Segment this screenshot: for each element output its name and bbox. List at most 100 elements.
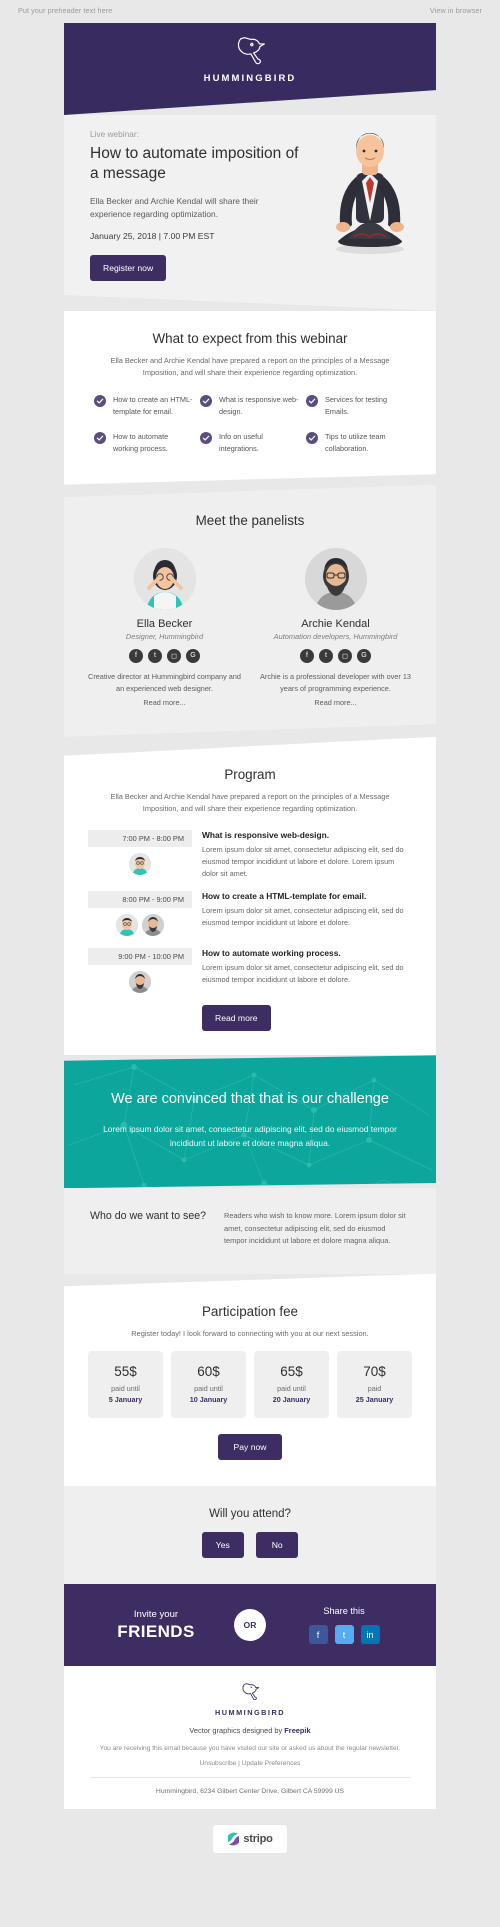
facebook-icon[interactable]: f	[308, 1625, 328, 1645]
challenge-heading: We are convinced that that is our challe…	[111, 1091, 389, 1108]
share-icon-list: f t in	[274, 1625, 414, 1645]
checklist-label: How to create an HTML-template for email…	[113, 395, 193, 417]
pay-now-wrap: Pay now	[88, 1434, 412, 1461]
check-circle-icon	[200, 432, 212, 444]
fee-label: paid until	[277, 1384, 306, 1394]
invite-share-section: Invite your FRIENDS OR Share this f t in	[64, 1584, 436, 1667]
hero-description: Ella Becker and Archie Kendal will share…	[90, 195, 259, 219]
attend-no-button[interactable]: No	[256, 1532, 299, 1559]
freepik-link[interactable]: Freepik	[284, 1726, 310, 1735]
checklist-column: Services for testing Emails. Tips to uti…	[306, 394, 406, 454]
panelist-bio: Creative director at Hummingbird company…	[88, 671, 241, 693]
stripo-badge[interactable]: stripo	[213, 1825, 287, 1854]
checklist-label: Tips to utilize team collaboration.	[325, 432, 386, 453]
twitter-icon[interactable]: t	[334, 1625, 354, 1645]
avatar	[133, 547, 196, 610]
google-plus-icon[interactable]: G	[186, 648, 200, 663]
checklist-label: Info on useful integrations.	[219, 432, 263, 453]
speaker-photo	[129, 971, 151, 994]
panelists-section: Meet the panelists Ella Becker Designer,…	[64, 484, 436, 737]
instagram-icon[interactable]: ◻	[167, 648, 181, 663]
footer-brand: HUMMINGBIRD	[214, 1708, 285, 1718]
panelist-name: Ella Becker	[136, 617, 193, 630]
program-speakers	[88, 853, 192, 876]
program-row-left: 7:00 PM - 8:00 PM	[88, 830, 192, 879]
program-row: 9:00 PM - 10:00 PM How to automate worki…	[88, 948, 412, 994]
fee-tier[interactable]: 65$ paid until 20 January	[254, 1351, 329, 1419]
expect-title: What to expect from this webinar	[152, 330, 348, 346]
google-plus-icon[interactable]: G	[357, 648, 371, 663]
linkedin-icon[interactable]: in	[360, 1625, 380, 1645]
checklist-item: How to automate working process.	[94, 431, 194, 455]
hummingbird-logo-icon	[237, 37, 265, 65]
checklist-item: Info on useful integrations.	[200, 431, 300, 455]
fee-date: 20 January	[272, 1395, 311, 1405]
fee-tier-list: 55$ paid until 5 January 60$ paid until …	[88, 1351, 412, 1419]
panelist-role: Designer, Hummingbird	[125, 631, 204, 641]
register-now-button[interactable]: Register now	[90, 254, 167, 281]
audience-answer: Readers who wish to know more. Lorem ips…	[224, 1211, 406, 1246]
attend-question: Will you attend?	[209, 1508, 291, 1521]
twitter-icon[interactable]: t	[319, 648, 333, 663]
checklist-label: What is responsive web-design.	[219, 395, 299, 417]
logo-wordmark: HUMMINGBIRD	[203, 73, 297, 84]
fee-tier[interactable]: 60$ paid until 10 January	[171, 1351, 246, 1419]
preheader-bar: Put your preheader text here View in bro…	[0, 0, 500, 23]
facebook-icon[interactable]: f	[300, 648, 314, 663]
program-row-right: What is responsive web-design. Lorem ips…	[202, 830, 412, 879]
invite-block: Invite your FRIENDS	[86, 1609, 226, 1642]
update-preferences-link[interactable]: Update Preferences	[242, 1760, 301, 1767]
footer-credit: Vector graphics designed by Freepik	[90, 1726, 410, 1735]
program-row: 7:00 PM - 8:00 PM What is responsive web…	[88, 830, 412, 879]
pay-now-button[interactable]: Pay now	[217, 1434, 283, 1461]
check-circle-icon	[94, 432, 106, 444]
program-speakers	[88, 914, 192, 937]
attend-yes-button[interactable]: Yes	[201, 1532, 244, 1559]
twitter-icon[interactable]: t	[148, 648, 162, 663]
fee-amount: 60$	[197, 1364, 220, 1380]
hero-section: Live webinar: How to automate imposition…	[64, 115, 436, 311]
program-item-title: How to automate working process.	[202, 948, 341, 959]
or-divider: OR	[234, 1609, 266, 1642]
fee-date: 25 January	[355, 1395, 394, 1405]
attend-section: Will you attend? Yes No	[64, 1486, 436, 1585]
program-time: 9:00 PM - 10:00 PM	[88, 948, 192, 966]
panelist-read-more-link[interactable]: Read more...	[88, 698, 241, 707]
expect-checklist: How to create an HTML-template for email…	[88, 394, 412, 454]
meditating-businessman-illustration	[336, 133, 404, 254]
fee-label: paid until	[194, 1384, 223, 1394]
program-item-body: Lorem ipsum dolor sit amet, consectetur …	[202, 906, 404, 928]
program-title: Program	[224, 766, 276, 782]
email-page: Put your preheader text here View in bro…	[0, 0, 500, 1876]
audience-section: Who do we want to see? Readers who wish …	[64, 1188, 436, 1274]
facebook-icon[interactable]: f	[129, 648, 143, 663]
footer-links: Unsubscribe | Update Preferences	[90, 1760, 410, 1767]
panelists-title: Meet the panelists	[195, 512, 305, 528]
fee-label: paid	[367, 1384, 382, 1394]
invite-small-label: Invite your	[133, 1608, 179, 1620]
fee-title: Participation fee	[201, 1303, 299, 1319]
checklist-label: Services for testing Emails.	[325, 395, 388, 417]
fee-amount: 70$	[363, 1364, 386, 1380]
program-row-right: How to create a HTML-template for email.…	[202, 891, 412, 936]
invite-big-label[interactable]: FRIENDS	[86, 1622, 226, 1642]
read-more-button[interactable]: Read more	[202, 1005, 271, 1032]
expect-subtitle: Ella Becker and Archie Kendal have prepa…	[110, 355, 390, 377]
program-item-title: What is responsive web-design.	[202, 830, 330, 841]
program-section: Program Ella Becker and Archie Kendal ha…	[64, 736, 436, 1056]
fee-date: 10 January	[189, 1395, 228, 1405]
program-cta-wrap: Read more	[88, 1005, 412, 1032]
footer-note: You are receiving this email because you…	[99, 1745, 401, 1753]
fee-tier[interactable]: 70$ paid 25 January	[337, 1351, 412, 1419]
fee-tier[interactable]: 55$ paid until 5 January	[88, 1351, 163, 1419]
instagram-icon[interactable]: ◻	[338, 648, 352, 663]
check-circle-icon	[306, 395, 318, 408]
checklist-item: How to create an HTML-template for email…	[94, 394, 194, 418]
speaker-photo	[142, 914, 164, 937]
program-speakers	[88, 971, 192, 994]
checklist-column: What is responsive web-design. Info on u…	[200, 394, 300, 454]
unsubscribe-link[interactable]: Unsubscribe	[200, 1760, 237, 1767]
panelist-read-more-link[interactable]: Read more...	[259, 698, 412, 707]
view-in-browser-link[interactable]: View in browser	[430, 6, 482, 15]
program-row-left: 9:00 PM - 10:00 PM	[88, 948, 192, 994]
